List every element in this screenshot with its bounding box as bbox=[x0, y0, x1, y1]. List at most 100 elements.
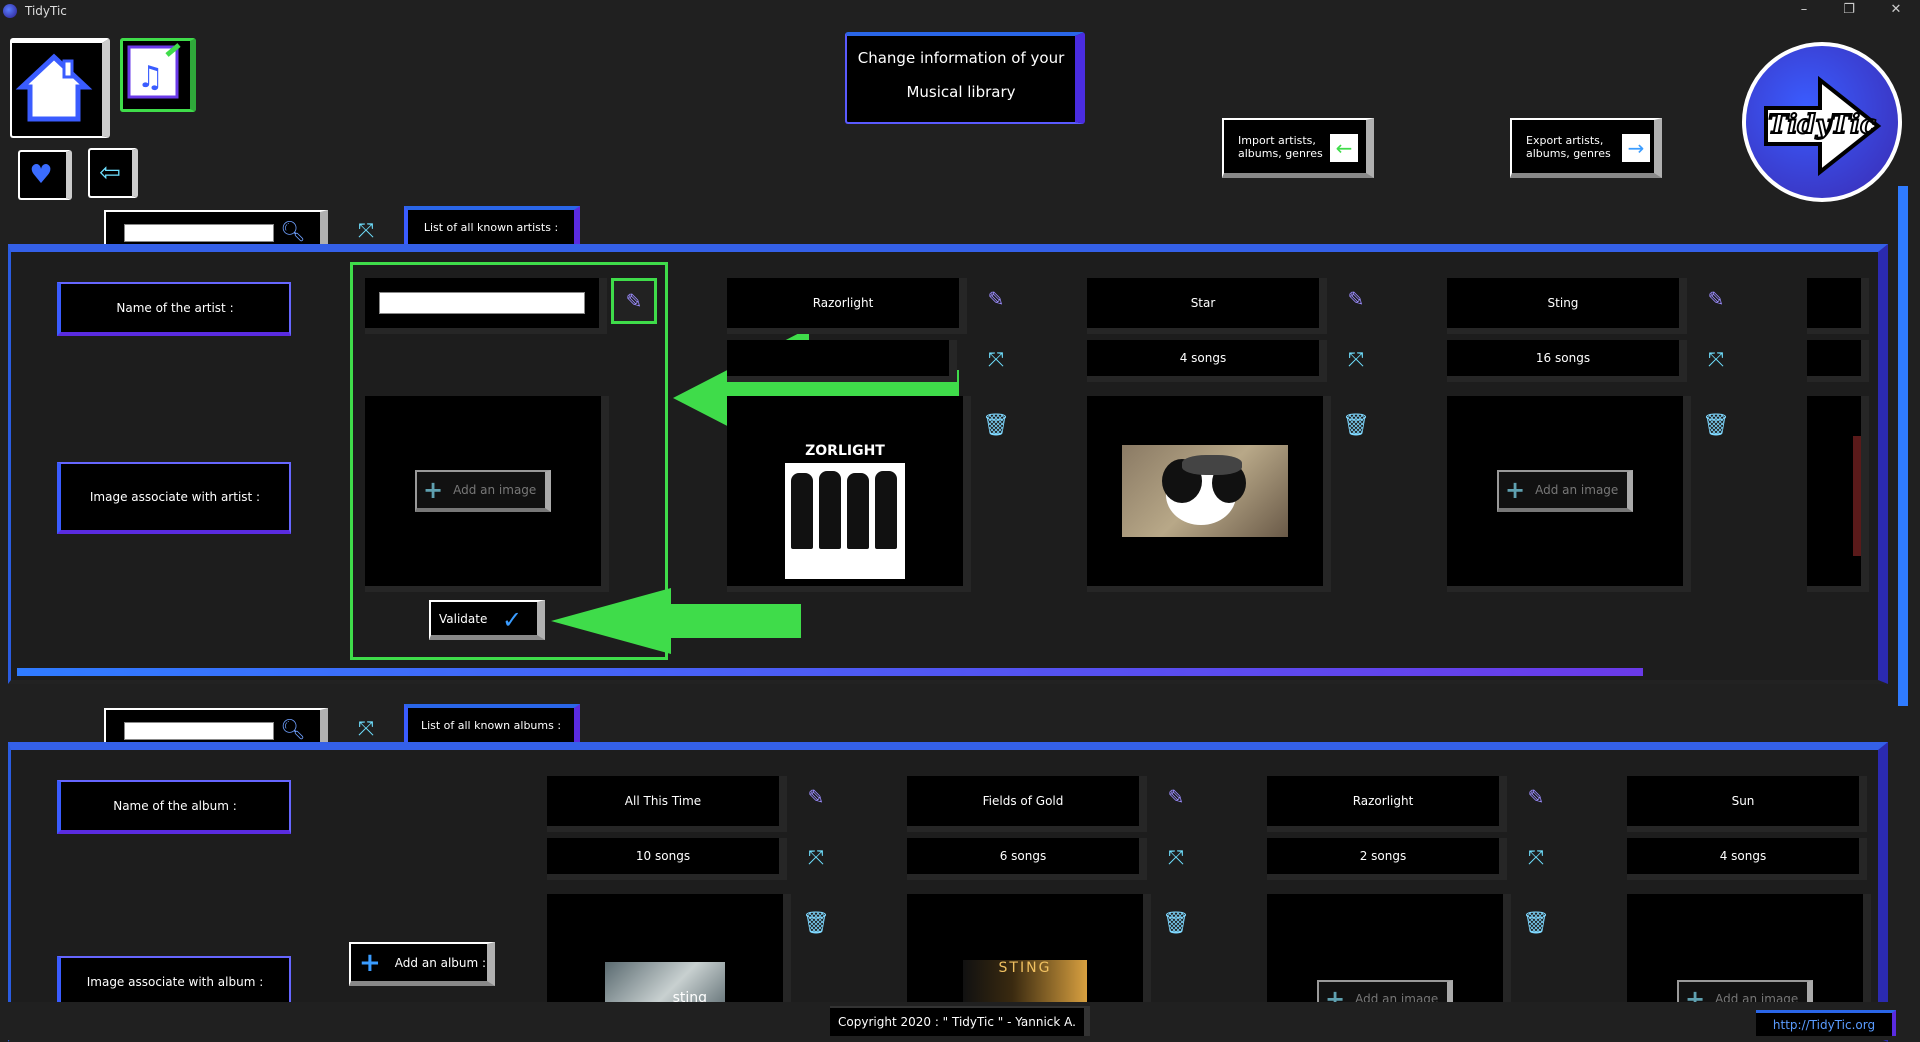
artist-image-card-partial bbox=[1807, 396, 1869, 592]
home-icon bbox=[12, 43, 96, 127]
artist-name-label: Name of the artist : bbox=[57, 282, 291, 336]
music-note-icon: ♫ bbox=[127, 43, 181, 99]
albums-section: Name of the album : Image associate with… bbox=[8, 742, 1888, 1042]
album-songs: 4 songs bbox=[1719, 849, 1767, 863]
import-label-line1: Import artists, bbox=[1238, 133, 1316, 147]
home-button[interactable] bbox=[10, 38, 110, 138]
artist-songs: 16 songs bbox=[1535, 351, 1591, 365]
expand-icon[interactable]: ⤧ bbox=[1339, 342, 1373, 376]
trash-icon[interactable]: 🗑︎ bbox=[1699, 408, 1733, 442]
add-image-button[interactable]: + Add an image bbox=[415, 470, 551, 512]
export-file-icon: → bbox=[1622, 134, 1650, 162]
pencil-icon: ✎ bbox=[625, 289, 643, 313]
add-image-label: Add an image bbox=[453, 483, 537, 497]
artist-image-card bbox=[1087, 396, 1331, 592]
add-image-button[interactable]: + Add an image bbox=[1497, 470, 1633, 512]
search-icon[interactable]: 🔍︎ bbox=[280, 716, 306, 742]
album-name: All This Time bbox=[624, 794, 702, 808]
close-button[interactable]: ✕ bbox=[1882, 2, 1910, 20]
razorlight-poster: ZORLIGHT bbox=[785, 443, 905, 579]
album-songs-card: 6 songs bbox=[907, 838, 1147, 880]
import-button[interactable]: Import artists, albums, genres ← bbox=[1222, 118, 1374, 178]
puppy-photo bbox=[1122, 445, 1288, 537]
website-link[interactable]: http://TidyTic.org bbox=[1756, 1010, 1896, 1036]
edit-pencil-icon[interactable]: ✎ bbox=[1699, 282, 1733, 316]
expand-icon[interactable]: ⤧ bbox=[979, 342, 1013, 376]
new-artist-image-card: + Add an image bbox=[365, 396, 609, 592]
add-album-button[interactable]: + Add an album : bbox=[349, 942, 495, 986]
artist-name: Star bbox=[1190, 296, 1216, 310]
artists-horizontal-scrollbar[interactable] bbox=[17, 668, 1643, 676]
import-file-icon: ← bbox=[1330, 134, 1358, 162]
validate-button[interactable]: Validate ✓ bbox=[429, 600, 545, 640]
edit-pencil-icon[interactable]: ✎ bbox=[979, 282, 1013, 316]
vertical-scrollbar[interactable] bbox=[1898, 186, 1908, 706]
import-label-line2: albums, genres bbox=[1238, 146, 1323, 160]
export-button[interactable]: Export artists, albums, genres → bbox=[1510, 118, 1662, 178]
artist-name-card: Sting bbox=[1447, 278, 1687, 334]
copyright: Copyright 2020 : " TidyTic " - Yannick A… bbox=[830, 1006, 1090, 1036]
page-title-box: Change information of your Musical libra… bbox=[845, 32, 1085, 124]
window-title: TidyTic bbox=[25, 4, 67, 18]
minimize-button[interactable]: – bbox=[1790, 2, 1818, 20]
export-label-line1: Export artists, bbox=[1526, 133, 1604, 147]
edit-pencil-icon[interactable]: ✎ bbox=[1519, 780, 1553, 814]
edit-pencil-icon[interactable]: ✎ bbox=[1159, 780, 1193, 814]
edit-pencil-icon[interactable]: ✎ bbox=[1339, 282, 1373, 316]
artist-name-card: Star bbox=[1087, 278, 1327, 334]
back-arrow-icon: ⇦ bbox=[99, 158, 121, 188]
artist-search-input[interactable] bbox=[124, 224, 274, 242]
new-artist-name-input[interactable] bbox=[379, 292, 585, 314]
album-search-input[interactable] bbox=[124, 722, 274, 740]
artist-songs-card bbox=[727, 340, 957, 382]
page-title-line1: Change information of your bbox=[857, 49, 1065, 67]
expand-icon[interactable]: ⤧ bbox=[1699, 342, 1733, 376]
trash-icon[interactable]: 🗑︎ bbox=[1159, 906, 1193, 940]
album-name: Sun bbox=[1731, 794, 1755, 808]
albums-tab[interactable]: List of all known albums : bbox=[404, 704, 580, 746]
expand-icon[interactable]: ⤧ bbox=[1159, 840, 1193, 874]
back-button[interactable]: ⇦ bbox=[88, 148, 138, 198]
artist-name: Sting bbox=[1547, 296, 1579, 310]
album-songs-card: 4 songs bbox=[1627, 838, 1867, 880]
green-arrow-annotation-2 bbox=[551, 588, 801, 654]
album-name-card: Sun bbox=[1627, 776, 1867, 832]
favorites-button[interactable]: ♥ bbox=[18, 150, 72, 200]
page-title-line2: Musical library bbox=[906, 83, 1016, 101]
trash-icon[interactable]: 🗑︎ bbox=[1339, 408, 1373, 442]
add-image-label: Add an image bbox=[1535, 483, 1619, 497]
search-icon[interactable]: 🔍︎ bbox=[280, 218, 306, 244]
artists-tab[interactable]: List of all known artists : bbox=[404, 206, 580, 248]
trash-icon[interactable]: 🗑︎ bbox=[1519, 906, 1553, 940]
expand-icon[interactable]: ⤧ bbox=[799, 840, 833, 874]
plus-icon: + bbox=[423, 476, 444, 504]
album-songs: 6 songs bbox=[999, 849, 1047, 863]
title-bar: TidyTic – ❐ ✕ bbox=[0, 0, 1920, 22]
plus-icon: + bbox=[359, 947, 381, 978]
edit-pencil-icon[interactable]: ✎ bbox=[799, 780, 833, 814]
new-artist-edit-button[interactable]: ✎ bbox=[611, 278, 657, 324]
artist-image-card: + Add an image bbox=[1447, 396, 1691, 592]
trash-icon[interactable]: 🗑︎ bbox=[799, 906, 833, 940]
svg-text:♫: ♫ bbox=[137, 60, 164, 95]
checkmark-icon: ✓ bbox=[501, 606, 523, 634]
footer: Copyright 2020 : " TidyTic " - Yannick A… bbox=[0, 1002, 1920, 1040]
app-icon bbox=[3, 4, 17, 18]
maximize-button[interactable]: ❐ bbox=[1835, 2, 1863, 20]
expand-albums-icon[interactable]: ⤧ bbox=[348, 710, 384, 746]
poster-text: ZORLIGHT bbox=[785, 443, 905, 463]
album-name-card: Fields of Gold bbox=[907, 776, 1147, 832]
artist-songs-card-partial bbox=[1807, 340, 1869, 382]
add-album-label: Add an album : bbox=[394, 955, 487, 970]
trash-icon[interactable]: 🗑︎ bbox=[979, 408, 1013, 442]
music-edit-button[interactable]: ♫ bbox=[120, 38, 196, 112]
new-artist-name-card bbox=[365, 278, 607, 334]
artists-section: Name of the artist : Image associate wit… bbox=[8, 244, 1888, 684]
album-name: Razorlight bbox=[1352, 794, 1414, 808]
expand-icon[interactable]: ⤧ bbox=[1519, 840, 1553, 874]
export-label-line2: albums, genres bbox=[1526, 146, 1611, 160]
album-name-card: All This Time bbox=[547, 776, 787, 832]
artist-name: Razorlight bbox=[812, 296, 874, 310]
album-name-label: Name of the album : bbox=[57, 780, 291, 834]
expand-artists-icon[interactable]: ⤧ bbox=[348, 212, 384, 248]
